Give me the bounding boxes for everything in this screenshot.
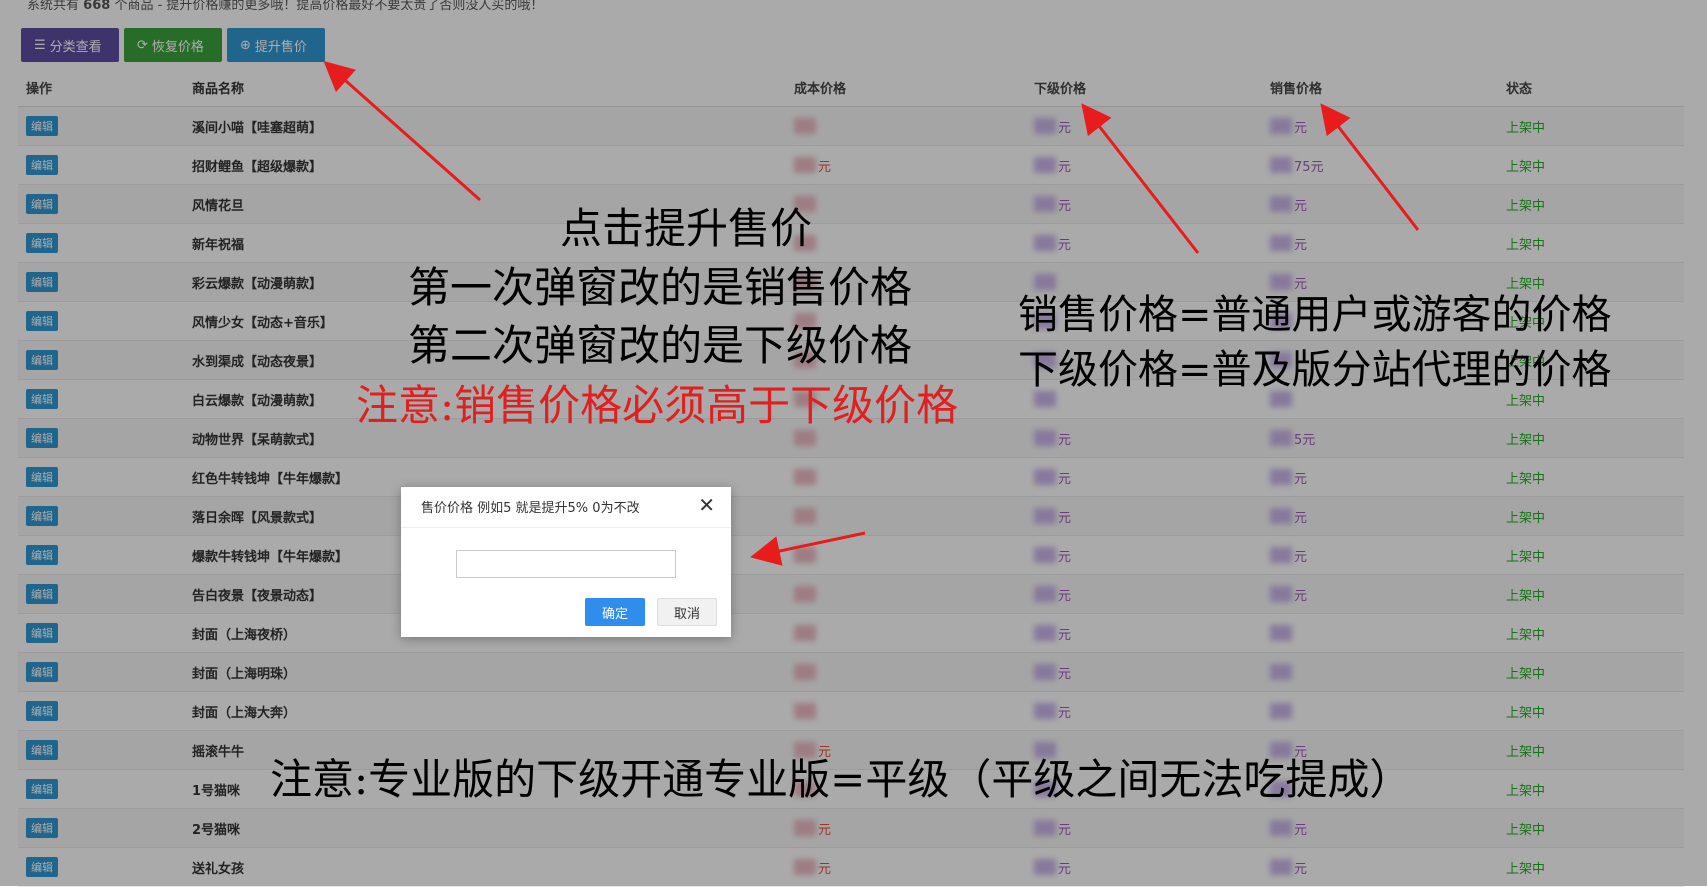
arrow-to-raise-button [323,61,481,202]
arrow-to-dialog [750,531,866,566]
annotation-first-dialog: 第一次弹窗改的是销售价格 [408,263,913,312]
arrow-to-sale-price [1320,103,1420,231]
annotation-sale-price-def: 销售价格=普通用户或游客的价格 [1018,292,1612,338]
annotation-pro-version-note: 注意:专业版的下级开通专业版=平级（平级之间无法吃提成） [270,755,1412,804]
annotation-second-dialog: 第二次弹窗改的是下级价格 [408,321,913,370]
arrow-to-sub-price [1081,103,1200,254]
annotation-sub-price-def: 下级价格=普及版分站代理的价格 [1018,347,1612,393]
annotation-warning-price: 注意:销售价格必须高于下级价格 [356,381,959,430]
annotation-click-raise: 点击提升售价 [560,204,813,253]
